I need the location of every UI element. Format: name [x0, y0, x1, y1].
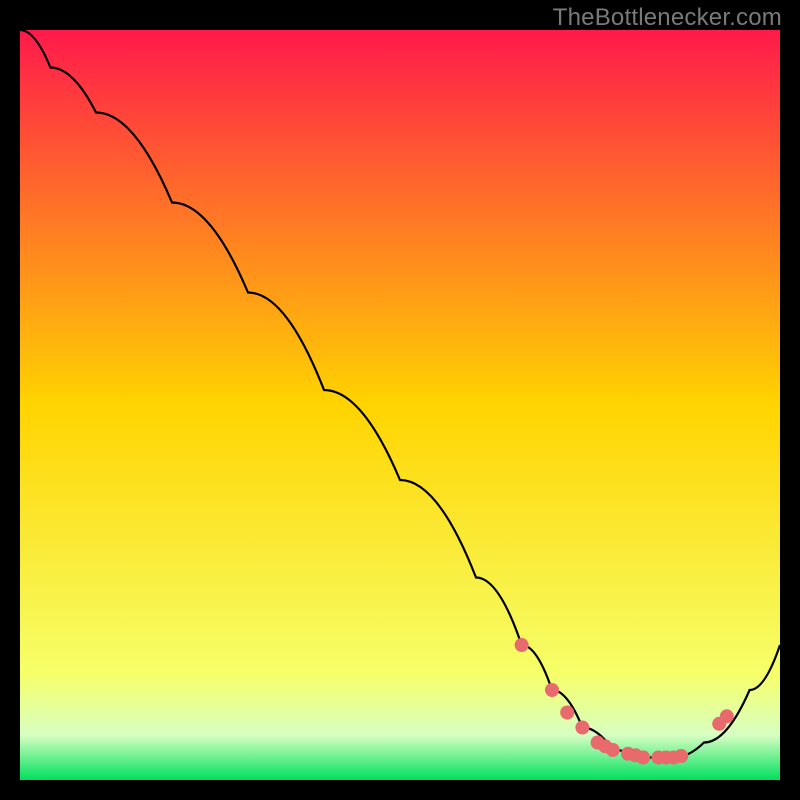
marker-dot — [515, 638, 529, 652]
marker-dot — [560, 706, 574, 720]
gradient-backdrop — [20, 30, 780, 780]
chart-frame: TheBottlenecker.com — [0, 0, 800, 800]
marker-dot — [720, 709, 734, 723]
marker-dot — [606, 743, 620, 757]
marker-dot — [636, 751, 650, 765]
marker-dot — [545, 683, 559, 697]
attribution-text: TheBottlenecker.com — [553, 4, 782, 32]
bottleneck-chart — [20, 30, 780, 780]
marker-dot — [674, 749, 688, 763]
marker-dot — [575, 721, 589, 735]
